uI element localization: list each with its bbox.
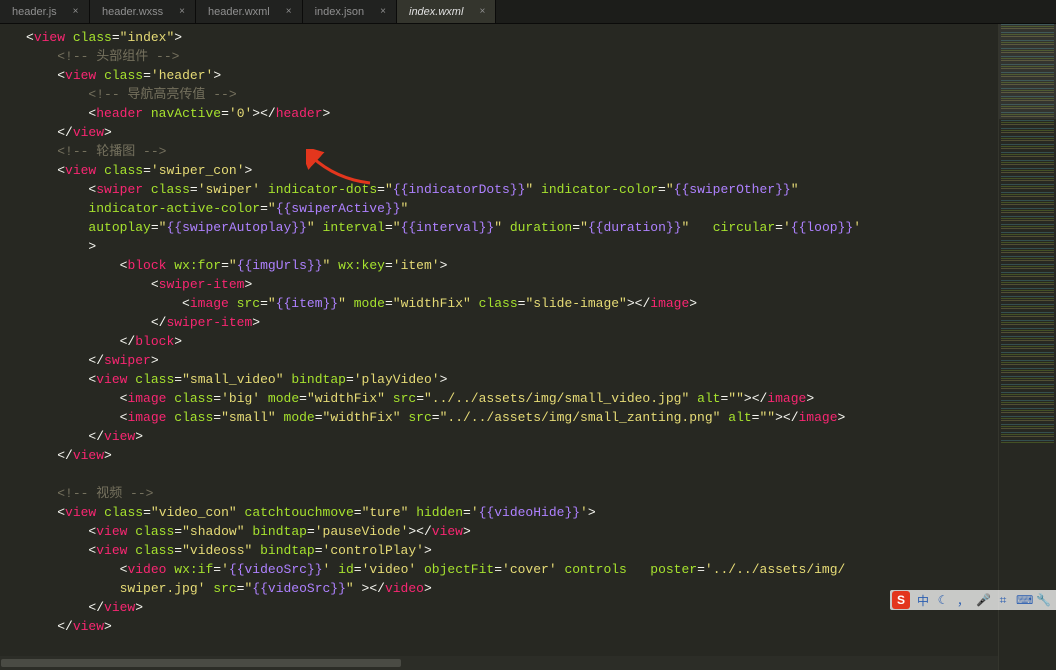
code-line: <!-- 轮播图 --> [26, 142, 998, 161]
tab-label: header.wxss [102, 6, 163, 18]
code-line: </swiper-item> [26, 313, 998, 332]
code-line: </swiper> [26, 351, 998, 370]
code-line: <swiper class='swiper' indicator-dots="{… [26, 180, 998, 199]
code-line: <view class="video_con" catchtouchmove="… [26, 503, 998, 522]
tab-label: header.js [12, 6, 57, 18]
code-line: </block> [26, 332, 998, 351]
close-icon[interactable]: × [378, 6, 388, 17]
close-icon[interactable]: × [284, 6, 294, 17]
code-line: swiper.jpg' src="{{videoSrc}}" ></video> [26, 579, 998, 598]
ime-logo-icon[interactable]: S [892, 591, 910, 609]
code-line [26, 465, 998, 484]
comma-icon[interactable]: ， [956, 592, 970, 609]
code-line: </view> [26, 598, 998, 617]
moon-icon[interactable]: ☾ [936, 593, 950, 607]
code-line: <view class="videoss" bindtap='controlPl… [26, 541, 998, 560]
grid-icon[interactable]: ⌗ [996, 593, 1010, 608]
code-line: <view class='swiper_con'> [26, 161, 998, 180]
mic-icon[interactable]: 🎤 [976, 593, 990, 607]
code-line: <swiper-item> [26, 275, 998, 294]
code-line: indicator-active-color="{{swiperActive}}… [26, 199, 998, 218]
code-line: <header navActive='0'></header> [26, 104, 998, 123]
code-line: <!-- 头部组件 --> [26, 47, 998, 66]
tab-index-wxml[interactable]: index.wxml × [397, 0, 496, 23]
code-line: autoplay="{{swiperAutoplay}}" interval="… [26, 218, 998, 237]
editor: 1234567891011121314151617181920212223242… [0, 24, 1056, 670]
code-line: </view> [26, 427, 998, 446]
tab-header-wxml[interactable]: header.wxml × [196, 0, 303, 23]
code-area[interactable]: <view class="index"> <!-- 头部组件 --> <view… [18, 24, 998, 670]
code-line: <image class="small" mode="widthFix" src… [26, 408, 998, 427]
tab-label: header.wxml [208, 6, 270, 18]
code-line: > [26, 237, 998, 256]
tab-index-json[interactable]: index.json × [303, 0, 397, 23]
minimap[interactable] [998, 24, 1056, 670]
code-line: <video wx:if='{{videoSrc}}' id='video' o… [26, 560, 998, 579]
code-line: <image src="{{item}}" mode="widthFix" cl… [26, 294, 998, 313]
close-icon[interactable]: × [71, 6, 81, 17]
code-line: <view class="index"> [26, 28, 998, 47]
code-line: <view class='header'> [26, 66, 998, 85]
tab-header-wxss[interactable]: header.wxss × [90, 0, 196, 23]
ime-toolbar[interactable]: S 中 ☾ ， 🎤 ⌗ ⌨ 🔧 [890, 590, 1056, 610]
wrench-icon[interactable]: 🔧 [1036, 593, 1050, 607]
line-gutter: 1234567891011121314151617181920212223242… [0, 24, 18, 670]
code-line: </view> [26, 446, 998, 465]
tab-label: index.wxml [409, 6, 463, 18]
tab-bar: header.js×header.wxss×header.wxml×index.… [0, 0, 1056, 24]
code-line: <view class="shadow" bindtap='pauseViode… [26, 522, 998, 541]
keyboard-icon[interactable]: ⌨ [1016, 593, 1030, 607]
code-line: <block wx:for="{{imgUrls}}" wx:key='item… [26, 256, 998, 275]
close-icon[interactable]: × [177, 6, 187, 17]
close-icon[interactable]: × [477, 6, 487, 17]
code-line: </view> [26, 617, 998, 636]
horizontal-scrollbar[interactable] [0, 656, 998, 670]
code-line: <!-- 视频 --> [26, 484, 998, 503]
tab-label: index.json [315, 6, 365, 18]
ime-lang-button[interactable]: 中 [916, 592, 930, 609]
code-line: <!-- 导航高亮传值 --> [26, 85, 998, 104]
code-line: <view class="small_video" bindtap='playV… [26, 370, 998, 389]
code-line: <image class='big' mode="widthFix" src="… [26, 389, 998, 408]
tab-header-js[interactable]: header.js × [0, 0, 90, 23]
code-line: </view> [26, 123, 998, 142]
